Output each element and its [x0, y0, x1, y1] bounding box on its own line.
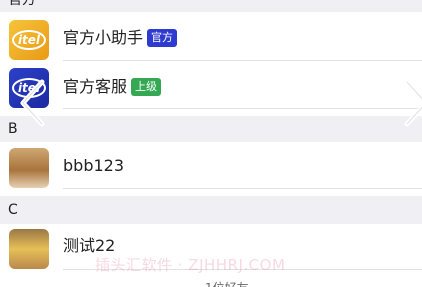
itel-logo-icon: itel — [9, 20, 49, 60]
contact-row-official-assistant[interactable]: itel 官方小助手 官方 — [0, 15, 422, 61]
chevron-left-icon[interactable] — [17, 78, 47, 128]
section-header-c: C — [0, 196, 422, 224]
section-header-label: C — [8, 202, 18, 218]
contact-name: bbb123 — [63, 156, 125, 175]
section-header-b: B — [0, 116, 422, 142]
friend-count: 1位好友 — [205, 279, 249, 287]
contact-row-official-service[interactable]: itel 官方客服 上级 — [0, 63, 422, 109]
row-divider — [63, 60, 422, 61]
official-badge: 官方 — [147, 29, 178, 47]
senior-badge: 上级 — [131, 78, 162, 96]
section-header-label: 官方 — [8, 0, 36, 8]
chevron-right-icon[interactable] — [402, 78, 422, 128]
photo-avatar — [9, 229, 49, 269]
watermark: 插头汇软件 · ZJHHRJ.COM — [95, 256, 286, 274]
section-header-official: 官方 — [0, 0, 422, 12]
contacts-screen: 官方 itel 官方小助手 官方 itel 官方客服 上级 B bbb123 C… — [0, 0, 422, 287]
contact-row-bbb123[interactable]: bbb123 — [0, 143, 422, 189]
contact-name: 官方小助手 官方 — [63, 27, 178, 49]
row-divider — [63, 188, 422, 189]
row-divider — [63, 108, 422, 109]
contact-name: 官方客服 上级 — [63, 76, 162, 98]
photo-avatar — [9, 148, 49, 188]
